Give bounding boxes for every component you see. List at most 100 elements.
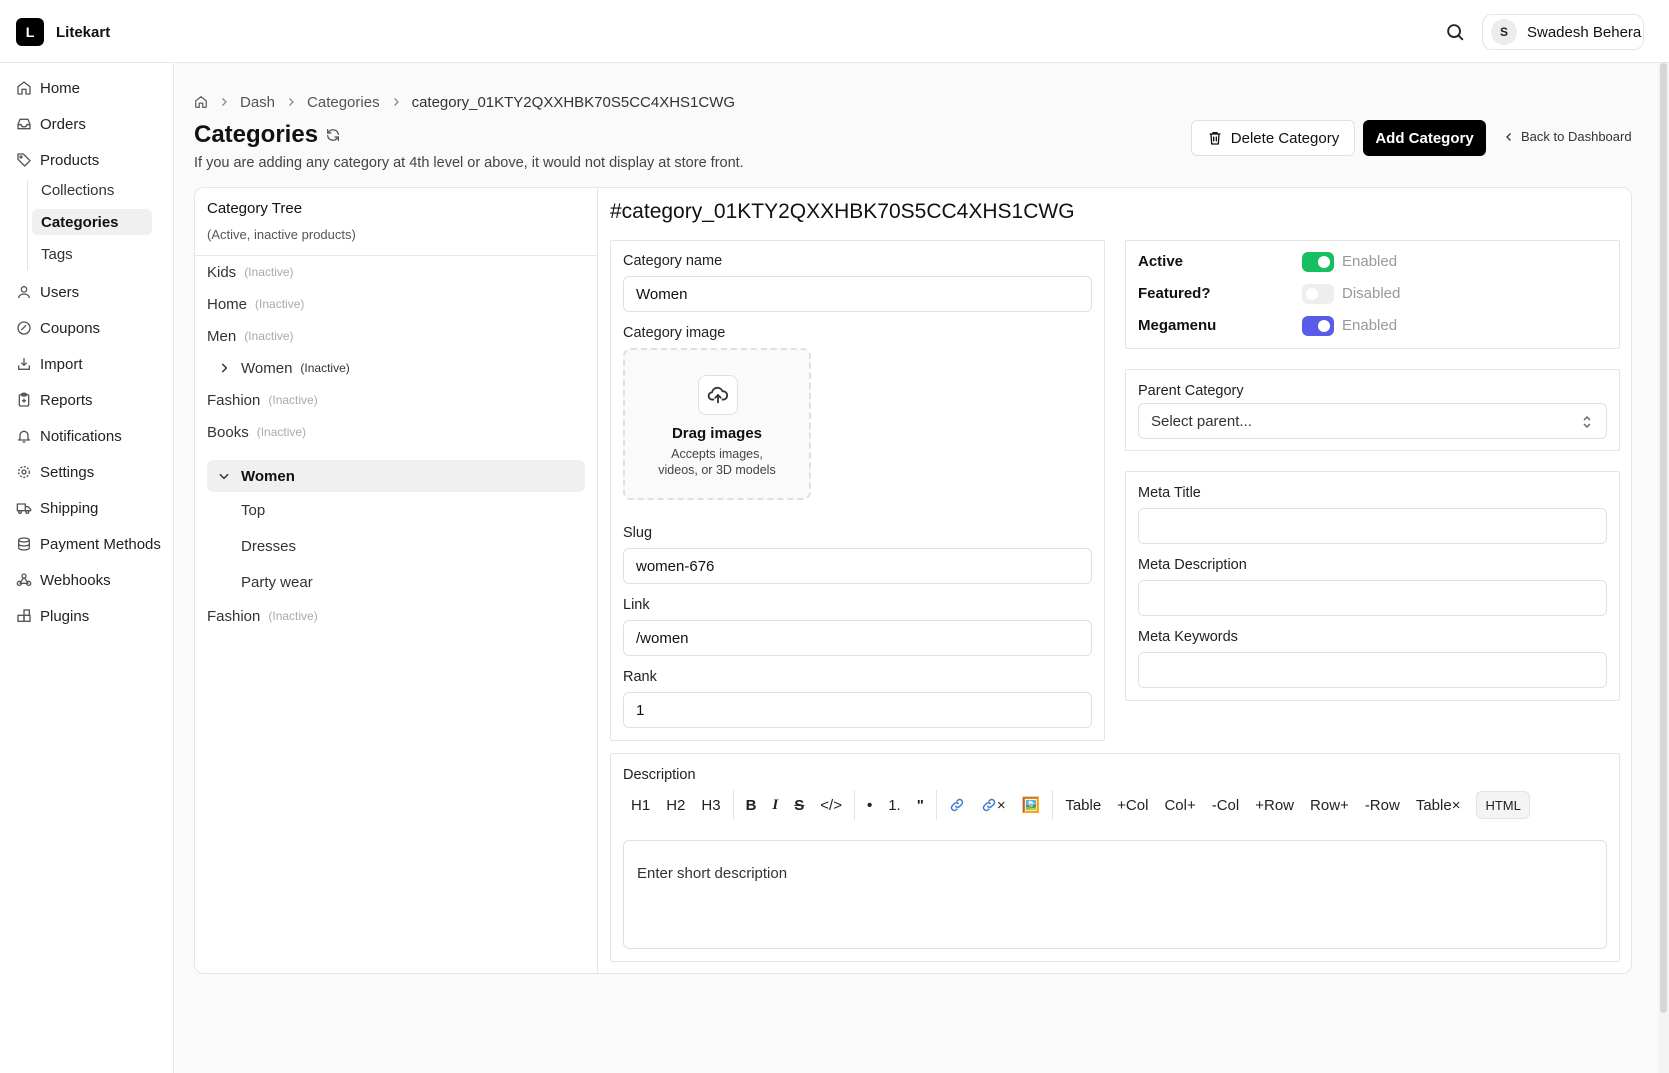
tree-item-books[interactable]: Books (Inactive) [207,420,306,444]
sidebar-item-plugins[interactable]: Plugins [16,605,89,627]
tree-item-label: Women [241,359,293,377]
unlink-button[interactable]: × [973,790,1014,820]
home-icon[interactable] [194,95,208,109]
sidebar-item-settings[interactable]: Settings [16,461,94,483]
toolbar-divider [732,790,734,820]
scrollbar-thumb[interactable] [1660,63,1667,1013]
breadcrumb-dash[interactable]: Dash [240,94,275,111]
tree-item-fashion-2[interactable]: Fashion (Inactive) [207,604,318,628]
tree-item-fashion[interactable]: Fashion (Inactive) [207,388,318,412]
strikethrough-button[interactable]: S [786,790,812,820]
insert-table-button[interactable]: Table [1057,790,1109,820]
featured-label: Featured? [1138,285,1211,302]
breadcrumb-categories[interactable]: Categories [307,94,380,111]
add-column-before-button[interactable]: +Col [1109,790,1156,820]
code-button[interactable]: </> [812,790,850,820]
sidebar-item-categories[interactable]: Categories [32,209,152,235]
sidebar-item-shipping[interactable]: Shipping [16,497,98,519]
sidebar-item-orders[interactable]: Orders [16,113,86,135]
tree-item-men[interactable]: Men (Inactive) [207,324,294,348]
heading-3-button[interactable]: H3 [693,790,728,820]
chevron-right-icon [285,96,297,108]
tree-item-label: Men [207,327,237,345]
slug-input[interactable]: women-676 [623,548,1092,584]
sidebar-item-coupons[interactable]: Coupons [16,317,100,339]
tree-item-home[interactable]: Home (Inactive) [207,292,304,316]
description-editor[interactable]: Enter short description [623,840,1607,949]
featured-toggle[interactable] [1302,284,1334,304]
toolbar-divider [1052,790,1054,820]
italic-button[interactable]: I [764,790,786,820]
sidebar-item-users[interactable]: Users [16,281,79,303]
sidebar-item-label: Notifications [40,427,122,445]
user-name: Swadesh Behera [1527,23,1642,41]
tree-item-label: Fashion [207,391,261,409]
meta-description-input[interactable] [1138,580,1607,616]
chevron-down-icon[interactable] [217,469,231,483]
sidebar-item-label: Users [40,283,80,301]
sidebar-item-tags[interactable]: Tags [32,241,152,267]
breadcrumb: Dash Categories category_01KTY2QXXHBK70S… [194,92,735,112]
delete-category-button[interactable]: Delete Category [1191,120,1355,156]
add-column-after-button[interactable]: Col+ [1156,790,1203,820]
sidebar-item-webhooks[interactable]: Webhooks [16,569,111,591]
category-name-input[interactable]: Women [623,276,1092,312]
heading-1-button[interactable]: H1 [623,790,658,820]
home-icon [16,80,32,96]
ordered-list-button[interactable]: 1. [880,790,909,820]
bullet-list-button[interactable]: • [859,790,880,820]
category-tree-header: Category Tree (Active, inactive products… [194,187,597,256]
megamenu-toggle[interactable] [1302,316,1334,336]
tree-item-dresses[interactable]: Dresses [241,534,296,558]
sidebar-item-import[interactable]: Import [16,353,83,375]
active-toggle[interactable] [1302,252,1334,272]
tree-item-women-collapsed[interactable]: Women (Inactive) [217,356,350,380]
add-row-after-button[interactable]: Row+ [1302,790,1357,820]
insert-image-button[interactable]: 🖼️ [1014,790,1049,820]
category-tree-title: Category Tree [207,200,303,217]
back-to-dashboard-link[interactable]: Back to Dashboard [1503,129,1632,144]
link-input[interactable]: /women [623,620,1092,656]
status-badge: (Inactive) [256,425,307,439]
sidebar-item-label: Coupons [40,319,101,337]
sidebar-item-collections[interactable]: Collections [32,177,152,203]
chevron-left-icon [1503,131,1515,143]
html-mode-button[interactable]: HTML [1476,791,1530,819]
parent-category-select[interactable]: Select parent... [1138,403,1607,439]
sidebar-item-notifications[interactable]: Notifications [16,425,122,447]
meta-keywords-input[interactable] [1138,652,1607,688]
delete-column-button[interactable]: -Col [1204,790,1248,820]
tree-item-kids[interactable]: Kids (Inactive) [207,260,294,284]
brand[interactable]: L Litekart [16,18,110,46]
rank-label: Rank [623,669,657,685]
tag-icon [16,152,32,168]
add-row-before-button[interactable]: +Row [1247,790,1302,820]
blockquote-button[interactable]: " [909,790,932,820]
meta-title-input[interactable] [1138,508,1607,544]
back-to-dashboard-label: Back to Dashboard [1521,129,1632,144]
sidebar-item-label: Shipping [40,499,99,517]
sidebar-item-reports[interactable]: Reports [16,389,93,411]
delete-table-button[interactable]: Table× [1408,790,1469,820]
add-category-button[interactable]: Add Category [1363,120,1486,156]
search-icon[interactable] [1444,21,1466,43]
tree-item-party-wear[interactable]: Party wear [241,570,313,594]
sidebar-item-products[interactable]: Products [16,149,99,171]
sidebar-item-label: Import [40,355,83,373]
image-dropzone[interactable]: Drag images Accepts images, videos, or 3… [623,348,811,500]
tree-item-label: Women [241,467,295,485]
sidebar-item-home[interactable]: Home [16,77,80,99]
rank-input[interactable]: 1 [623,692,1092,728]
link-button[interactable] [941,790,973,820]
bold-button[interactable]: B [738,790,765,820]
user-menu[interactable]: S Swadesh Behera [1482,14,1644,50]
delete-row-button[interactable]: -Row [1357,790,1408,820]
sidebar-item-payment-methods[interactable]: Payment Methods [16,533,161,555]
tree-item-label: Dresses [241,537,297,555]
refresh-icon[interactable] [325,127,341,143]
status-badge: (Inactive) [244,265,294,279]
heading-2-button[interactable]: H2 [658,790,693,820]
tree-item-top[interactable]: Top [241,498,265,522]
chevron-right-icon[interactable] [217,361,231,375]
tree-item-women-selected[interactable]: Women [207,460,585,492]
